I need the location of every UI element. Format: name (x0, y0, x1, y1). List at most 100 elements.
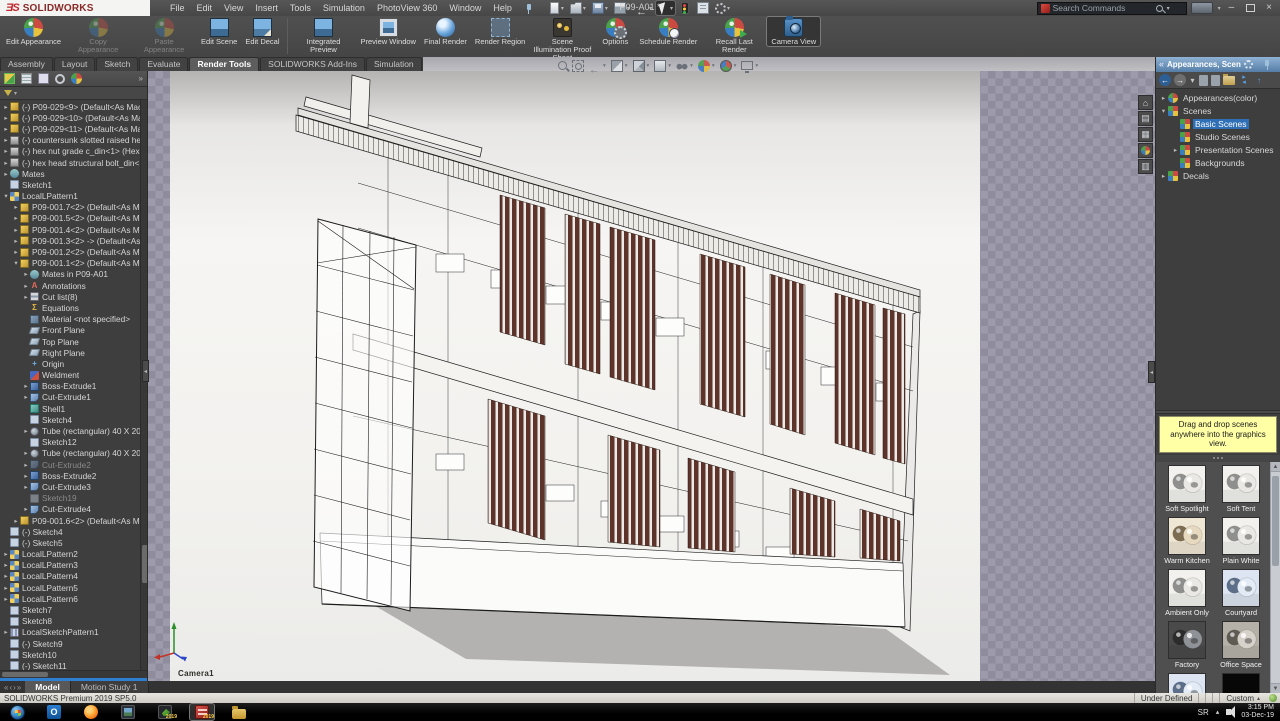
pane-tree-item-presentation-scenes[interactable]: ▸Presentation Scenes (1156, 143, 1280, 156)
expand-icon[interactable]: ▸ (12, 517, 20, 525)
next-tab-icon[interactable]: › (13, 683, 16, 692)
tree-item[interactable]: ▸Tube (rectangular) 40 X 20 X 2(1) (0, 425, 147, 436)
tree-item[interactable]: ▸(-) P09-029<11> (Default<As Machined>< (0, 123, 147, 134)
dropdown-icon[interactable]: ▾ (755, 63, 758, 69)
thumbs-splitter-handle[interactable] (1156, 455, 1280, 462)
edit-decal-button[interactable]: Edit Decal (241, 17, 283, 46)
view-settings-icon[interactable] (741, 61, 753, 70)
quick-tips-icon[interactable] (1269, 694, 1277, 702)
dropdown-icon[interactable]: ▾ (727, 5, 730, 12)
pane-tree-item-backgrounds[interactable]: Backgrounds (1156, 156, 1280, 169)
tree-item[interactable]: ▸Mates (0, 168, 147, 179)
thumbs-scroll-thumb[interactable] (1272, 476, 1279, 566)
tree-item[interactable]: (-) Sketch4 (0, 526, 147, 537)
search-dropdown-icon[interactable]: ▾ (1167, 5, 1170, 12)
dropdown-icon[interactable]: ▾ (603, 63, 606, 69)
tab-simulation[interactable]: Simulation (366, 57, 422, 71)
tree-item[interactable]: Sketch8 (0, 616, 147, 627)
start-taskbar-button[interactable] (5, 704, 29, 720)
expand-icon[interactable]: ▸ (2, 159, 10, 167)
expand-icon[interactable]: ▸ (2, 572, 10, 580)
tab-motion-study-1[interactable]: Motion Study 1 (71, 681, 149, 693)
tree-item[interactable]: ▸Annotations (0, 280, 147, 291)
tree-item[interactable]: ▸P09-001.2<2> (Default<As Machined (0, 246, 147, 257)
tree-item[interactable]: (-) Sketch11 (0, 660, 147, 670)
collapse-pane-icon[interactable]: « (1159, 58, 1164, 71)
configuration-selector[interactable]: Custom▴ (1219, 693, 1266, 703)
expand-icon[interactable]: ▸ (12, 237, 20, 245)
graphics-viewport[interactable]: Camera1 ⌂▤▦▥ ◂ (148, 71, 1155, 681)
tree-item[interactable]: Equations (0, 302, 147, 313)
tree-item[interactable]: Material <not specified> (0, 314, 147, 325)
dropdown-icon[interactable]: ▾ (1189, 74, 1196, 86)
close-button[interactable]: × (1262, 2, 1276, 14)
scroll-up-icon[interactable]: ▲ (1271, 462, 1280, 472)
expand-icon[interactable]: ▸ (2, 170, 10, 178)
tree-item[interactable]: ▸Cut list(8) (0, 291, 147, 302)
menu-tools[interactable]: Tools (284, 2, 317, 14)
pane-tree-item-scenes[interactable]: ▾Scenes (1156, 104, 1280, 117)
menu-view[interactable]: View (218, 2, 249, 14)
collapse-icon[interactable]: ▾ (1159, 107, 1168, 115)
pane-tree-item-studio-scenes[interactable]: Studio Scenes (1156, 130, 1280, 143)
dropdown-icon[interactable]: ▾ (712, 63, 715, 69)
minimize-button[interactable]: – (1225, 2, 1239, 14)
expand-icon[interactable]: ▸ (22, 293, 30, 301)
tree-item[interactable]: ▾LocalLPattern1 (0, 191, 147, 202)
scene-thumbnail-plain-white[interactable]: Plain White (1214, 517, 1268, 565)
dimxpert-manager-tab-icon[interactable] (55, 74, 65, 84)
tree-item[interactable]: ▸(-) P09-029<9> (Default<As Machined>< (0, 101, 147, 112)
integrated-preview-button[interactable]: Integrated Preview (291, 17, 357, 54)
expand-icon[interactable]: ▸ (22, 427, 30, 435)
scene-thumbnail-courtyard[interactable]: Courtyard (1214, 569, 1268, 617)
dropdown-icon[interactable]: ▾ (561, 5, 564, 12)
user-account-button[interactable] (1191, 2, 1213, 14)
design-library-tab-icon[interactable]: ▤ (1138, 111, 1153, 126)
expand-icon[interactable]: ▸ (12, 214, 20, 222)
dropdown-icon[interactable]: ▾ (583, 5, 586, 12)
configuration-manager-tab-icon[interactable] (38, 73, 49, 84)
menu-file[interactable]: File (164, 2, 191, 14)
scene-thumbnail-office-space[interactable]: Office Space (1214, 621, 1268, 669)
expand-icon[interactable]: ▸ (1159, 94, 1168, 102)
pane-splitter[interactable] (1156, 410, 1280, 414)
tree-item[interactable]: Sketch1 (0, 179, 147, 190)
menu-help[interactable]: Help (487, 2, 518, 14)
tree-item[interactable]: ▸LocalLPattern4 (0, 571, 147, 582)
rebuild-button[interactable] (677, 1, 693, 15)
file-explorer-taskbar-button[interactable] (227, 704, 251, 720)
folder-icon[interactable] (1223, 76, 1235, 85)
render-region-button[interactable]: Render Region (471, 17, 529, 46)
tree-item[interactable]: Shell1 (0, 403, 147, 414)
model-3d-view[interactable] (148, 71, 1155, 681)
collapse-icon[interactable]: ▾ (2, 192, 10, 200)
tree-vscroll-thumb[interactable] (142, 545, 147, 583)
outlook-taskbar-button[interactable] (42, 704, 66, 720)
dropdown-icon[interactable]: ▾ (690, 63, 693, 69)
expand-icon[interactable]: ▸ (2, 561, 10, 569)
tree-item[interactable]: ▸Tube (rectangular) 40 X 20 X 2(5) (0, 448, 147, 459)
edit-appearance-icon[interactable] (698, 60, 710, 72)
expand-icon[interactable]: ▸ (2, 595, 10, 603)
tree-item[interactable]: ▸P09-001.4<2> (Default<As Machined (0, 224, 147, 235)
pin-pane-icon[interactable] (1262, 60, 1271, 69)
config-dropdown-icon[interactable]: ▴ (1257, 695, 1260, 702)
appearances-tab-icon[interactable] (1138, 143, 1153, 158)
expand-icon[interactable]: ▸ (22, 393, 30, 401)
tree-item[interactable]: ▸Cut-Extrude2 (0, 459, 147, 470)
options-button[interactable]: ▾ (713, 1, 732, 15)
expand-icon[interactable]: ▸ (22, 483, 30, 491)
tree-item[interactable]: ▸LocalLPattern6 (0, 593, 147, 604)
display-manager-tab-icon[interactable] (71, 73, 82, 84)
tree-item[interactable]: Sketch10 (0, 649, 147, 660)
tree-item[interactable]: ▸(-) countersunk slotted raised head scr… (0, 135, 147, 146)
expand-icon[interactable]: ▸ (22, 505, 30, 513)
tree-horizontal-scrollbar[interactable] (0, 670, 147, 678)
taskbar-clock[interactable]: 3:15 PM 03-Dec-19 (1241, 704, 1274, 720)
scene-thumbnail-rooftop[interactable]: Rooftop (1160, 673, 1214, 693)
tree-item[interactable]: Front Plane (0, 325, 147, 336)
volume-icon[interactable] (1226, 709, 1231, 715)
pane-tree-item-appearances-color[interactable]: ▸Appearances(color) (1156, 91, 1280, 104)
tree-item[interactable]: Right Plane (0, 347, 147, 358)
tree-item[interactable]: ▸LocalSketchPattern1 (0, 627, 147, 638)
